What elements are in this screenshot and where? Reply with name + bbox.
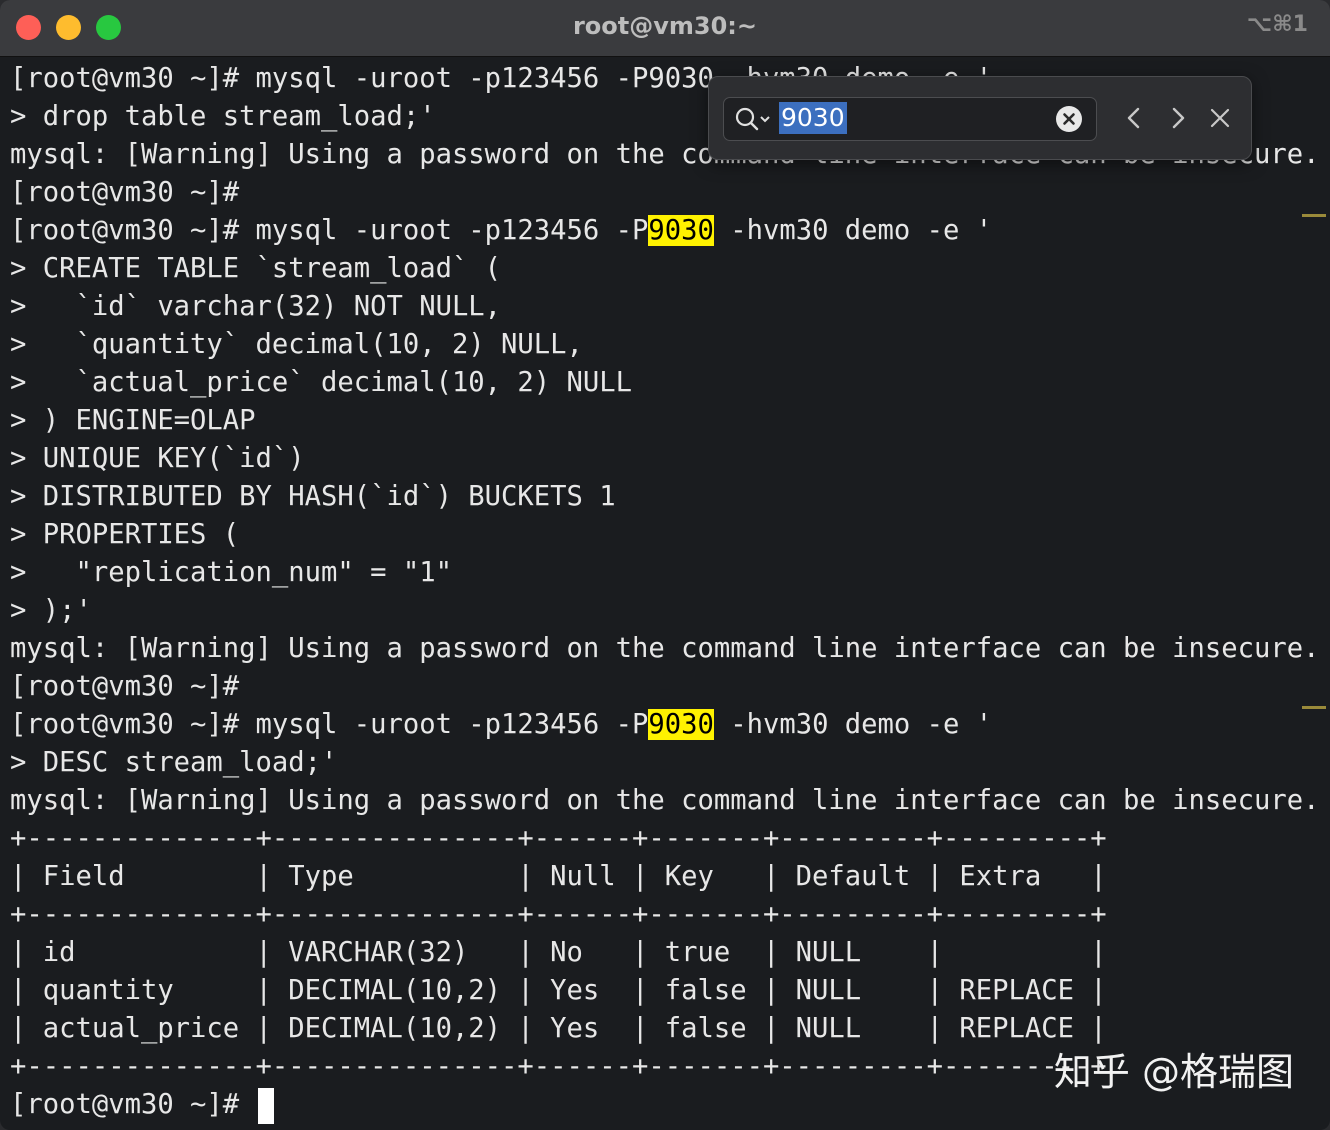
line-text: +--------------+---------------+------+-… bbox=[10, 823, 1107, 854]
line-text: > ) ENGINE=OLAP bbox=[10, 405, 256, 436]
window-title: root@vm30:~ bbox=[0, 12, 1330, 40]
search-match-highlight: 9030 bbox=[648, 215, 713, 246]
line-text: > `actual_price` decimal(10, 2) NULL bbox=[10, 367, 632, 398]
close-icon bbox=[1203, 101, 1237, 135]
terminal-line: > ) ENGINE=OLAP bbox=[10, 402, 1300, 440]
line-text: [root@vm30 ~]# mysql -uroot -p123456 -P bbox=[10, 709, 648, 740]
line-text: +--------------+---------------+------+-… bbox=[10, 899, 1107, 930]
terminal-line: > DESC stream_load;' bbox=[10, 744, 1300, 782]
scroll-mark bbox=[1302, 214, 1326, 217]
terminal-line: mysql: [Warning] Using a password on the… bbox=[10, 782, 1300, 820]
line-text: > );' bbox=[10, 595, 92, 626]
terminal-line: > `quantity` decimal(10, 2) NULL, bbox=[10, 326, 1300, 364]
line-text: > PROPERTIES ( bbox=[10, 519, 239, 550]
line-text: +--------------+---------------+------+-… bbox=[10, 1051, 1107, 1082]
line-text: | quantity | DECIMAL(10,2) | Yes | false… bbox=[10, 975, 1107, 1006]
scroll-mark bbox=[1302, 706, 1326, 709]
line-text: -hvm30 demo -e ' bbox=[714, 709, 992, 740]
terminal-output[interactable]: [root@vm30 ~]# mysql -uroot -p123456 -P9… bbox=[10, 60, 1300, 1130]
next-match-button[interactable] bbox=[1161, 101, 1195, 135]
clear-icon bbox=[1056, 106, 1082, 132]
terminal-line: +--------------+---------------+------+-… bbox=[10, 820, 1300, 858]
line-text: > UNIQUE KEY(`id`) bbox=[10, 443, 305, 474]
line-text: > drop table stream_load;' bbox=[10, 101, 436, 132]
terminal-line: +--------------+---------------+------+-… bbox=[10, 896, 1300, 934]
text-cursor bbox=[258, 1088, 274, 1124]
terminal-line: | id | VARCHAR(32) | No | true | NULL | … bbox=[10, 934, 1300, 972]
line-text: > "replication_num" = "1" bbox=[10, 557, 452, 588]
clear-search-button[interactable] bbox=[1056, 106, 1082, 132]
line-text: | Field | Type | Null | Key | Default | … bbox=[10, 861, 1107, 892]
terminal-line: > UNIQUE KEY(`id`) bbox=[10, 440, 1300, 478]
terminal-line: [root@vm30 ~]# mysql -uroot -p123456 -P9… bbox=[10, 212, 1300, 250]
terminal-line: [root@vm30 ~]# mysql -uroot -p123456 -P9… bbox=[10, 706, 1300, 744]
terminal-line: > DISTRIBUTED BY HASH(`id`) BUCKETS 1 bbox=[10, 478, 1300, 516]
shell-prompt: [root@vm30 ~]# bbox=[10, 1089, 256, 1120]
terminal-line: > );' bbox=[10, 592, 1300, 630]
line-text: [root@vm30 ~]# bbox=[10, 177, 239, 208]
terminal-line: [root@vm30 ~]# bbox=[10, 668, 1300, 706]
line-text: > DESC stream_load;' bbox=[10, 747, 337, 778]
terminal-line: > CREATE TABLE `stream_load` ( bbox=[10, 250, 1300, 288]
watermark: 知乎 @格瑞图 bbox=[1054, 1041, 1294, 1096]
previous-match-button[interactable] bbox=[1117, 101, 1151, 135]
search-match-highlight: 9030 bbox=[648, 709, 713, 740]
terminal-window: root@vm30:~ ⌥⌘1 [root@vm30 ~]# mysql -ur… bbox=[0, 0, 1330, 1130]
search-icon[interactable] bbox=[734, 106, 774, 132]
terminal-line: > PROPERTIES ( bbox=[10, 516, 1300, 554]
line-text: > `quantity` decimal(10, 2) NULL, bbox=[10, 329, 583, 360]
find-query[interactable]: 9030 bbox=[779, 102, 847, 134]
line-text: [root@vm30 ~]# mysql -uroot -p123456 -P bbox=[10, 215, 648, 246]
line-text: > CREATE TABLE `stream_load` ( bbox=[10, 253, 501, 284]
terminal-line: > "replication_num" = "1" bbox=[10, 554, 1300, 592]
terminal-line: > `id` varchar(32) NOT NULL, bbox=[10, 288, 1300, 326]
terminal-line: [root@vm30 ~]# bbox=[10, 174, 1300, 212]
close-find-button[interactable] bbox=[1203, 101, 1237, 135]
line-text: | actual_price | DECIMAL(10,2) | Yes | f… bbox=[10, 1013, 1107, 1044]
find-bar: 9030 bbox=[708, 76, 1252, 160]
terminal-line: | quantity | DECIMAL(10,2) | Yes | false… bbox=[10, 972, 1300, 1010]
window-shortcut: ⌥⌘1 bbox=[1247, 12, 1308, 37]
line-text: > DISTRIBUTED BY HASH(`id`) BUCKETS 1 bbox=[10, 481, 616, 512]
terminal-line: > `actual_price` decimal(10, 2) NULL bbox=[10, 364, 1300, 402]
line-text: | id | VARCHAR(32) | No | true | NULL | … bbox=[10, 937, 1107, 968]
terminal-line: | Field | Type | Null | Key | Default | … bbox=[10, 858, 1300, 896]
terminal-line: mysql: [Warning] Using a password on the… bbox=[10, 630, 1300, 668]
line-text: mysql: [Warning] Using a password on the… bbox=[10, 633, 1319, 664]
find-input[interactable]: 9030 bbox=[723, 97, 1097, 141]
line-text: -hvm30 demo -e ' bbox=[714, 215, 992, 246]
line-text: [root@vm30 ~]# bbox=[10, 671, 239, 702]
line-text: mysql: [Warning] Using a password on the… bbox=[10, 785, 1319, 816]
chevron-left-icon bbox=[1117, 101, 1151, 135]
line-text: > `id` varchar(32) NOT NULL, bbox=[10, 291, 501, 322]
title-bar[interactable]: root@vm30:~ ⌥⌘1 bbox=[0, 0, 1330, 57]
chevron-right-icon bbox=[1161, 101, 1195, 135]
